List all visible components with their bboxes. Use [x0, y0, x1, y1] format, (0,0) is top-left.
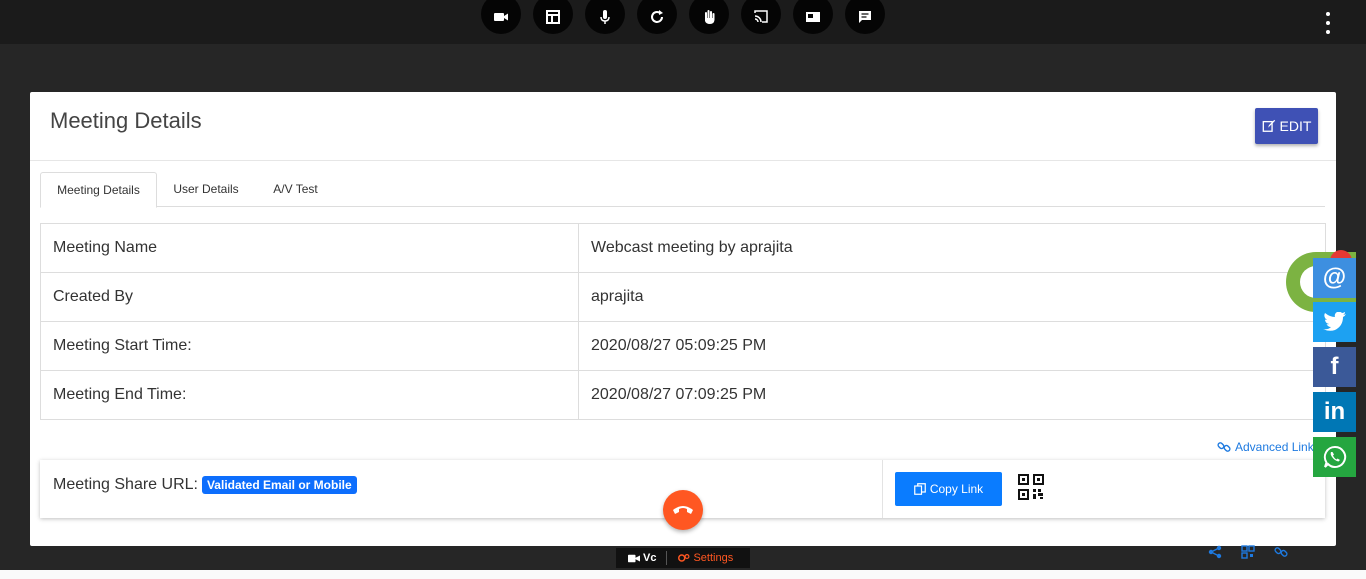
kebab-dot	[1326, 21, 1330, 25]
tab-meeting-details[interactable]: Meeting Details	[40, 172, 157, 208]
detail-label: Meeting Name	[40, 223, 579, 273]
detail-value: 2020/08/27 07:09:25 PM	[578, 370, 1326, 420]
table-row: Meeting Start Time: 2020/08/27 05:09:25 …	[40, 321, 1326, 371]
details-tabs: Meeting Details User Details A/V Test	[40, 172, 1325, 208]
tab-label: A/V Test	[273, 182, 318, 196]
header-divider	[30, 160, 1336, 161]
cast-icon	[754, 10, 768, 23]
qr-code-icon[interactable]	[1241, 545, 1255, 559]
share-url-label: Meeting Share URL: Validated Email or Mo…	[53, 476, 357, 494]
link-icon	[1217, 442, 1231, 452]
top-toolbar	[0, 0, 1366, 44]
share-icon[interactable]	[1208, 545, 1222, 559]
advanced-link[interactable]: Advanced Link	[1217, 440, 1314, 454]
phone-hangup-icon	[673, 506, 693, 514]
link-icon[interactable]	[1274, 545, 1288, 559]
tab-label: Meeting Details	[57, 183, 140, 197]
tab-av-test[interactable]: A/V Test	[258, 172, 333, 206]
twitter-icon	[1322, 312, 1346, 331]
meeting-details-card: Meeting Details EDIT Meeting Details Use…	[30, 92, 1336, 546]
whatsapp-icon	[1323, 445, 1346, 468]
table-row: Created By aprajita	[40, 272, 1326, 322]
detail-label: Meeting End Time:	[40, 370, 579, 420]
email-icon: @	[1322, 264, 1347, 291]
linkedin-icon: in	[1323, 398, 1346, 425]
kebab-dot	[1326, 12, 1330, 16]
bottom-strip	[0, 570, 1366, 579]
qr-code-icon[interactable]	[1018, 474, 1044, 500]
settings-label: Settings	[693, 552, 734, 564]
linkedin-share-button[interactable]: in	[1313, 392, 1356, 432]
copy-icon	[913, 483, 926, 495]
footer-bar: Vc Settings	[616, 548, 750, 568]
table-row: Meeting End Time: 2020/08/27 07:09:25 PM	[40, 370, 1326, 420]
copy-link-label: Copy Link	[929, 482, 984, 496]
pip-button[interactable]	[793, 0, 833, 34]
facebook-icon: f	[1330, 353, 1339, 380]
settings-button[interactable]: Settings	[667, 552, 733, 564]
hangup-button[interactable]	[663, 490, 703, 530]
tab-user-details[interactable]: User Details	[161, 172, 251, 206]
video-icon	[628, 554, 640, 562]
share-url-section: Meeting Share URL: Validated Email or Mo…	[40, 460, 883, 518]
video-icon	[494, 13, 508, 21]
facebook-share-button[interactable]: f	[1313, 347, 1356, 387]
mic-icon	[600, 10, 610, 24]
email-share-button[interactable]: @	[1313, 258, 1356, 298]
twitter-share-button[interactable]	[1313, 302, 1356, 342]
edit-icon	[1262, 119, 1275, 132]
kebab-dot	[1326, 30, 1330, 34]
vc-button[interactable]: Vc	[616, 551, 668, 565]
table-row: Meeting Name Webcast meeting by aprajita	[40, 223, 1326, 273]
detail-value: aprajita	[578, 272, 1326, 322]
whatsapp-share-button[interactable]	[1313, 437, 1356, 477]
detail-value: 2020/08/27 05:09:25 PM	[578, 321, 1326, 371]
raise-hand-button[interactable]	[689, 0, 729, 34]
edit-button[interactable]: EDIT	[1255, 108, 1318, 144]
pip-icon	[806, 12, 820, 22]
video-toggle-button[interactable]	[481, 0, 521, 34]
copy-link-button[interactable]: Copy Link	[895, 472, 1002, 506]
layout-icon	[546, 10, 560, 24]
cast-button[interactable]	[741, 0, 781, 34]
layout-button[interactable]	[533, 0, 573, 34]
chat-button[interactable]	[845, 0, 885, 34]
mic-toggle-button[interactable]	[585, 0, 625, 34]
detail-value: Webcast meeting by aprajita	[578, 223, 1326, 273]
detail-label: Created By	[40, 272, 579, 322]
advanced-link-label: Advanced Link	[1235, 440, 1314, 454]
tab-label: User Details	[173, 182, 239, 196]
details-table: Meeting Name Webcast meeting by aprajita…	[40, 223, 1326, 420]
edit-label: EDIT	[1279, 118, 1312, 134]
raise-hand-icon	[705, 10, 715, 24]
detail-label: Meeting Start Time:	[40, 321, 579, 371]
gears-icon	[678, 554, 690, 562]
refresh-button[interactable]	[637, 0, 677, 34]
page-title: Meeting Details	[50, 108, 202, 133]
chat-icon	[859, 11, 871, 23]
vc-label: Vc	[643, 552, 657, 564]
refresh-icon	[651, 10, 663, 23]
more-menu-button[interactable]	[1318, 12, 1338, 34]
share-url-text: Meeting Share URL:	[53, 476, 198, 493]
validation-badge: Validated Email or Mobile	[201, 476, 357, 494]
